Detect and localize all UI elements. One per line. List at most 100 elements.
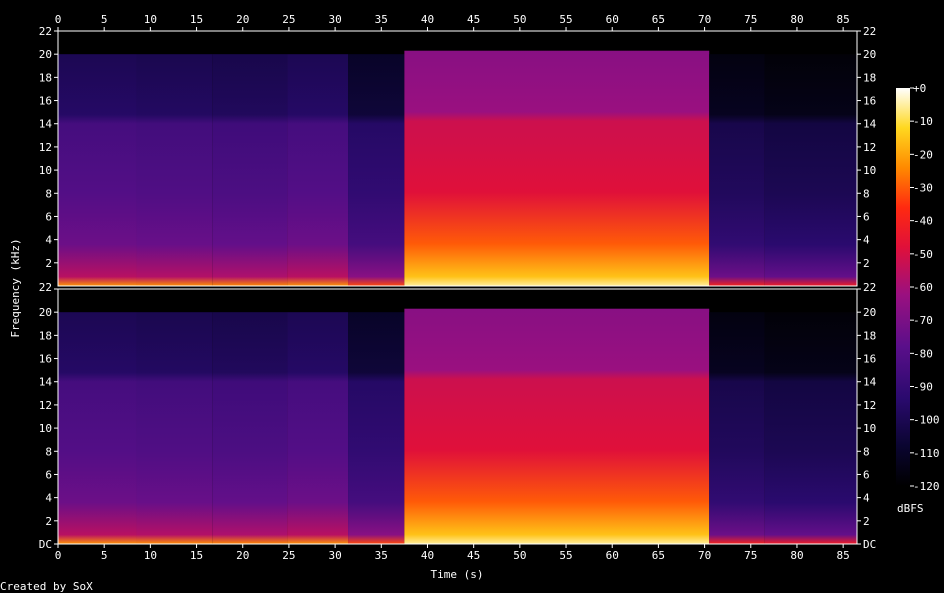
y-tick-label: 20	[863, 48, 876, 61]
x-tick-label: 5	[101, 549, 108, 562]
x-tick-label: 15	[190, 13, 203, 26]
x-tick-label: 60	[606, 13, 619, 26]
x-tick-label: 10	[144, 13, 157, 26]
y-tick-label: 12	[863, 141, 876, 154]
y-tick-label: 14	[863, 118, 877, 131]
x-tick-label: 85	[837, 549, 850, 562]
y-tick-label: 8	[863, 445, 870, 458]
x-tick-label: 30	[328, 549, 341, 562]
x-tick-label: 85	[837, 13, 850, 26]
colorbar-label: dBFS	[897, 502, 924, 515]
x-tick-label: 20	[236, 549, 249, 562]
y-tick-label: 16	[39, 353, 52, 366]
y-tick-label: 14	[39, 118, 53, 131]
x-tick-label: 10	[144, 549, 157, 562]
y-tick-label: 4	[45, 234, 52, 247]
colorbar-ticks: +0 -10 -20 -30 -40 -50 -60 -70 -80 -90 -100 -110 -12…	[910, 82, 940, 493]
y-tick-label: 2	[863, 515, 870, 528]
y-tick-label: 10	[863, 422, 876, 435]
colorbar-tick-label: -50	[913, 248, 933, 261]
y-tick-label: 6	[45, 210, 52, 223]
y-tick-label: 22	[39, 25, 52, 38]
channel-2-spectrogram	[57, 288, 858, 545]
segment-6	[404, 308, 710, 544]
x-tick-label: 40	[421, 13, 434, 26]
y-axis-label: Frequency (kHz)	[9, 238, 22, 337]
x-tick-label: 65	[652, 13, 665, 26]
y-tick-label: 18	[39, 329, 52, 342]
x-tick-label: 45	[467, 549, 480, 562]
y-tick-label: 20	[863, 306, 876, 319]
segment-4	[287, 54, 349, 286]
x-tick-label: 50	[513, 13, 526, 26]
segment-2	[136, 54, 213, 286]
x-tick-label: 20	[236, 13, 249, 26]
x-tick-label: 40	[421, 549, 434, 562]
colorbar-gradient	[896, 88, 910, 486]
colorbar-tick-label: -60	[913, 281, 933, 294]
segment-6	[404, 50, 710, 286]
y-tick-label: 10	[39, 422, 52, 435]
colorbar-tick-label: -120	[913, 480, 940, 493]
x-tick-label: 70	[698, 13, 711, 26]
y-tick-label: 4	[863, 492, 870, 505]
x-tick-label: 55	[559, 549, 572, 562]
y-tick-label: 22	[39, 281, 52, 294]
channel-1-spectrogram	[57, 30, 858, 287]
colorbar: +0 -10 -20 -30 -40 -50 -60 -70 -80 -90 -100 -110 -12…	[896, 82, 940, 515]
colorbar-tick-label: -70	[913, 314, 933, 327]
segment-1	[58, 312, 137, 544]
x-tick-label: 65	[652, 549, 665, 562]
segment-7	[709, 312, 765, 544]
y-tick-label: 8	[863, 187, 870, 200]
segment-7	[709, 54, 765, 286]
x-tick-label: 15	[190, 549, 203, 562]
y-tick-label: 18	[39, 71, 52, 84]
segment-3	[212, 312, 288, 544]
segment-5	[348, 312, 405, 544]
x-tick-label: 35	[375, 13, 388, 26]
y-tick-label: 16	[39, 95, 52, 108]
x-tick-label: 75	[744, 549, 757, 562]
x-tick-label: 55	[559, 13, 572, 26]
y-tick-label: 22	[863, 281, 876, 294]
segment-8	[764, 54, 857, 286]
y-tick-label: 12	[863, 399, 876, 412]
segment-2	[136, 312, 213, 544]
y-tick-label: 12	[39, 141, 52, 154]
x-axis-label: Time (s)	[431, 568, 484, 581]
colorbar-tick-label: -20	[913, 148, 933, 161]
y-tick-label: 22	[863, 25, 876, 38]
colorbar-tick-label: +0	[913, 82, 926, 95]
y-tick-label: 10	[863, 164, 876, 177]
x-tick-label: 25	[282, 549, 295, 562]
y-tick-label: 8	[45, 187, 52, 200]
x-tick-label: 60	[606, 549, 619, 562]
y-tick-label: 6	[863, 210, 870, 223]
y-tick-label: 2	[863, 257, 870, 270]
y-tick-label: 18	[863, 329, 876, 342]
x-tick-label: 80	[790, 13, 803, 26]
x-tick-label: 80	[790, 549, 803, 562]
spectrogram-chart: 2 24 46 68 810 1012 1214 1416 1618 1820 2022 22DC DC…	[0, 13, 940, 593]
x-tick-label: 30	[328, 13, 341, 26]
y-tick-label: 20	[39, 48, 52, 61]
x-tick-label: 0	[55, 13, 62, 26]
y-tick-label: 20	[39, 306, 52, 319]
y-tick-label: 16	[863, 95, 876, 108]
y-tick-label: 12	[39, 399, 52, 412]
segment-3	[212, 54, 288, 286]
colorbar-tick-label: -90	[913, 381, 933, 394]
x-tick-label: 0	[55, 549, 62, 562]
y-tick-label: 6	[45, 468, 52, 481]
colorbar-tick-label: -100	[913, 414, 940, 427]
x-tick-label: 70	[698, 549, 711, 562]
y-tick-label: 14	[39, 376, 53, 389]
colorbar-tick-label: -40	[913, 215, 933, 228]
x-tick-label: 45	[467, 13, 480, 26]
x-tick-label: 50	[513, 549, 526, 562]
colorbar-tick-label: -110	[913, 447, 940, 460]
segment-5	[348, 54, 405, 286]
footer-credit: Created by SoX	[0, 580, 93, 593]
y-tick-label: 14	[863, 376, 877, 389]
